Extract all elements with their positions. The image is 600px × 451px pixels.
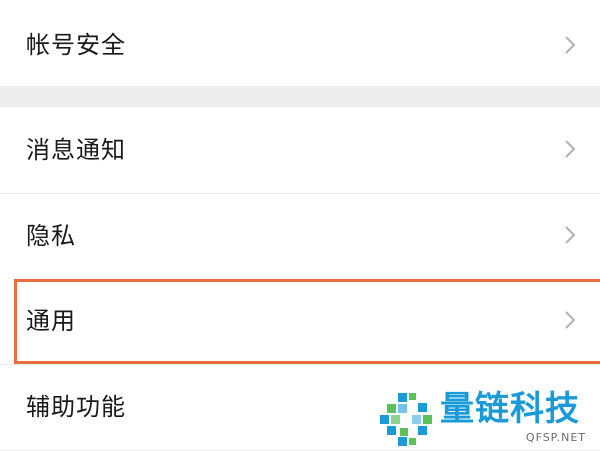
settings-item-notifications[interactable]: 消息通知 <box>0 107 600 193</box>
settings-item-privacy[interactable]: 隐私 <box>0 194 600 279</box>
chevron-right-icon <box>562 308 578 332</box>
settings-item-label: 消息通知 <box>26 136 126 164</box>
watermark-logo-icon <box>378 391 434 447</box>
chevron-right-icon <box>562 137 578 161</box>
chevron-right-icon <box>562 33 578 57</box>
watermark: 量链科技 QFSP.NET <box>378 387 600 447</box>
settings-item-label: 隐私 <box>26 222 76 250</box>
watermark-subtitle: QFSP.NET <box>525 431 586 444</box>
settings-item-general[interactable]: 通用 <box>0 279 600 364</box>
settings-item-label: 通用 <box>26 307 76 335</box>
settings-item-label: 辅助功能 <box>26 393 126 421</box>
settings-item-account-security[interactable]: 帐号安全 <box>0 0 600 86</box>
settings-item-label: 帐号安全 <box>26 31 126 59</box>
chevron-right-icon <box>562 223 578 247</box>
watermark-title: 量链科技 <box>440 389 580 429</box>
